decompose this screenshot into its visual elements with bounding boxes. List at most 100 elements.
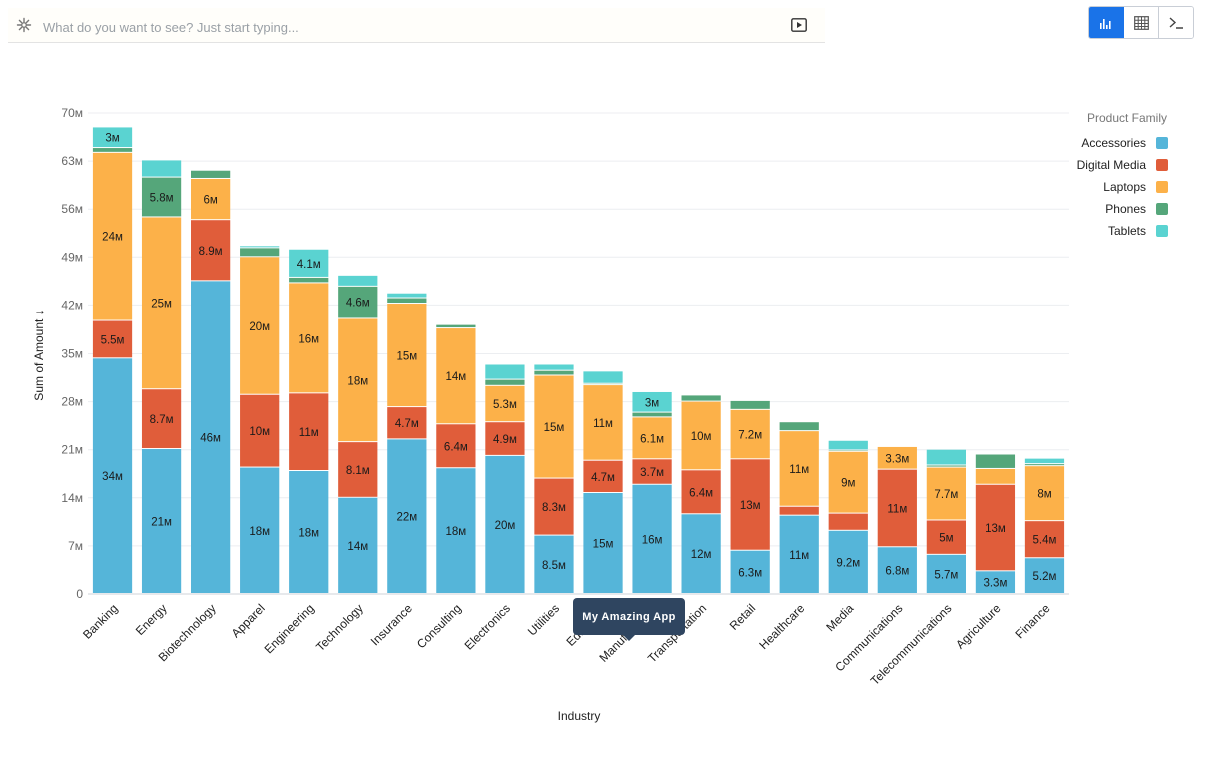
bar-segment[interactable]: [926, 465, 966, 467]
bar-stack[interactable]: 21м 8.7м 25м 5.8м: [141, 160, 182, 593]
bar-stack[interactable]: 8.5м 8.3м 15м: [534, 364, 574, 593]
bar-segment[interactable]: [583, 371, 623, 383]
bar-stack[interactable]: 6.3м 13м 7.2м: [730, 400, 770, 593]
bar-stack[interactable]: 18м 10м 20м: [240, 246, 280, 593]
bar-data-label: 10м: [249, 426, 270, 438]
bar-data-label: 4.9м: [493, 434, 517, 446]
bar-segment[interactable]: [92, 148, 133, 152]
bar-segment[interactable]: [975, 468, 1016, 484]
x-tick-label: Finance: [1013, 601, 1053, 641]
bar-data-label: 9м: [841, 478, 855, 490]
bar-data-label: 24м: [102, 232, 123, 244]
bar-data-label: 6.1м: [640, 433, 664, 445]
bar-stack[interactable]: 5.2м 5.4м 8м: [1024, 458, 1065, 593]
stacked-bar-chart: 0 7м 14м 21м 28м 35м 42м 49м 56м 63м 70м 34м 5.5м 24…: [32, 106, 1168, 723]
legend-item[interactable]: Laptops: [1103, 180, 1168, 194]
bar-stack[interactable]: 34м 5.5м 24м 3м: [92, 127, 133, 593]
x-tick-label: Media: [823, 601, 856, 634]
bar-segment[interactable]: [534, 370, 574, 375]
app-tooltip: My Amazing App: [573, 598, 685, 641]
bar-data-label: 3м: [105, 133, 119, 145]
legend-item[interactable]: Digital Media: [1077, 158, 1168, 172]
bar-segment[interactable]: [828, 440, 868, 450]
bar-segment[interactable]: [1024, 458, 1065, 464]
bar-segment[interactable]: [534, 364, 574, 370]
bar-segment[interactable]: [485, 379, 525, 385]
bar-segment[interactable]: [191, 170, 231, 178]
bar-stack[interactable]: 18м 6.4м 14м: [436, 324, 476, 593]
bar-data-label: 18м: [249, 526, 270, 538]
bar-segment[interactable]: [141, 160, 182, 177]
legend-title: Product Family: [1087, 111, 1167, 125]
bar-data-label: 7.2м: [738, 430, 762, 442]
bar-data-label: 14м: [446, 371, 467, 383]
bar-stack[interactable]: 14м 8.1м 18м 4.6м: [338, 275, 378, 593]
bar-segment[interactable]: [632, 412, 672, 417]
bar-data-label: 8.9м: [199, 246, 223, 258]
bar-data-label: 6.3м: [738, 567, 762, 579]
legend-swatch: [1156, 159, 1168, 171]
bar-stack[interactable]: 12м 6.4м 10м: [681, 395, 721, 593]
bar-segment[interactable]: [681, 395, 721, 401]
x-tick-label: Utilities: [525, 601, 562, 638]
bar-stack[interactable]: 16м 3.7м 6.1м 3м: [632, 391, 672, 593]
bar-segment[interactable]: [485, 364, 525, 379]
bar-data-label: 5м: [939, 533, 953, 545]
y-tick-label: 0: [76, 587, 83, 601]
bar-stack[interactable]: 18м 11м 16м 4.1м: [289, 249, 329, 593]
x-tick-label: Healthcare: [756, 601, 807, 652]
bar-stack[interactable]: 9.2м 9м: [828, 440, 868, 593]
bar-stack[interactable]: 6.8м 11м 3.3м: [877, 446, 917, 593]
legend-item[interactable]: Accessories: [1081, 136, 1168, 150]
bar-data-label: 20м: [249, 321, 270, 333]
y-tick-label: 42м: [61, 298, 83, 312]
bar-segment[interactable]: [1024, 464, 1065, 466]
bar-segment[interactable]: [240, 248, 280, 257]
bar-stack[interactable]: 5.7м 5м 7.7м: [926, 449, 966, 593]
bar-segment[interactable]: [779, 422, 819, 431]
bar-segment[interactable]: [436, 324, 476, 328]
bar-segment[interactable]: [387, 298, 427, 304]
bar-data-label: 13м: [740, 500, 761, 512]
bar-data-label: 15м: [593, 538, 614, 550]
bar-data-label: 11м: [299, 427, 319, 439]
bar-data-label: 5.4м: [1033, 535, 1057, 547]
grid-lines: [88, 112, 1069, 595]
legend-item[interactable]: Phones: [1105, 202, 1168, 216]
bar-segment[interactable]: [338, 275, 378, 286]
y-tick-label: 63м: [61, 154, 83, 168]
bar-segment[interactable]: [730, 400, 770, 409]
bar-data-label: 10м: [691, 431, 712, 443]
bar-stack[interactable]: 46м 8.9м 6м: [191, 170, 231, 593]
bar-data-label: 11м: [789, 550, 809, 562]
bar-segment[interactable]: [926, 449, 966, 465]
y-tick-label: 35м: [61, 347, 83, 361]
bar-data-label: 5.7м: [934, 569, 958, 581]
bar-data-label: 13м: [985, 523, 1006, 535]
bar-stack[interactable]: 22м 4.7м 15м: [387, 293, 427, 593]
bar-stack[interactable]: 11м 11м: [779, 422, 819, 593]
legend-label: Tablets: [1108, 224, 1146, 238]
legend-item[interactable]: Tablets: [1108, 224, 1168, 238]
bar-data-label: 6.4м: [689, 487, 713, 499]
bar-segment[interactable]: [387, 293, 427, 298]
x-tick-label: Energy: [133, 601, 170, 638]
bar-data-label: 3.3м: [983, 578, 1007, 590]
bar-data-label: 3.7м: [640, 467, 664, 479]
bar-segment[interactable]: [240, 246, 280, 248]
bar-data-label: 21м: [151, 517, 172, 529]
x-tick-label: Apparel: [229, 601, 268, 640]
bar-segment[interactable]: [779, 506, 819, 515]
bar-stack[interactable]: 15м 4.7м 11м: [583, 371, 623, 593]
bar-stack[interactable]: 20м 4.9м 5.3м: [485, 364, 525, 593]
bar-data-label: 4.7м: [591, 472, 615, 484]
bar-data-label: 6.4м: [444, 441, 468, 453]
bar-data-label: 8.5м: [542, 560, 566, 572]
bar-segment[interactable]: [289, 277, 329, 283]
bar-segment[interactable]: [975, 454, 1016, 468]
y-axis-title: Sum of Amount ↓: [32, 309, 46, 400]
x-axis-title: Industry: [558, 709, 601, 723]
y-tick-label: 7м: [68, 539, 83, 553]
bar-stack[interactable]: 3.3м 13м: [975, 454, 1016, 593]
bar-segment[interactable]: [828, 513, 868, 530]
